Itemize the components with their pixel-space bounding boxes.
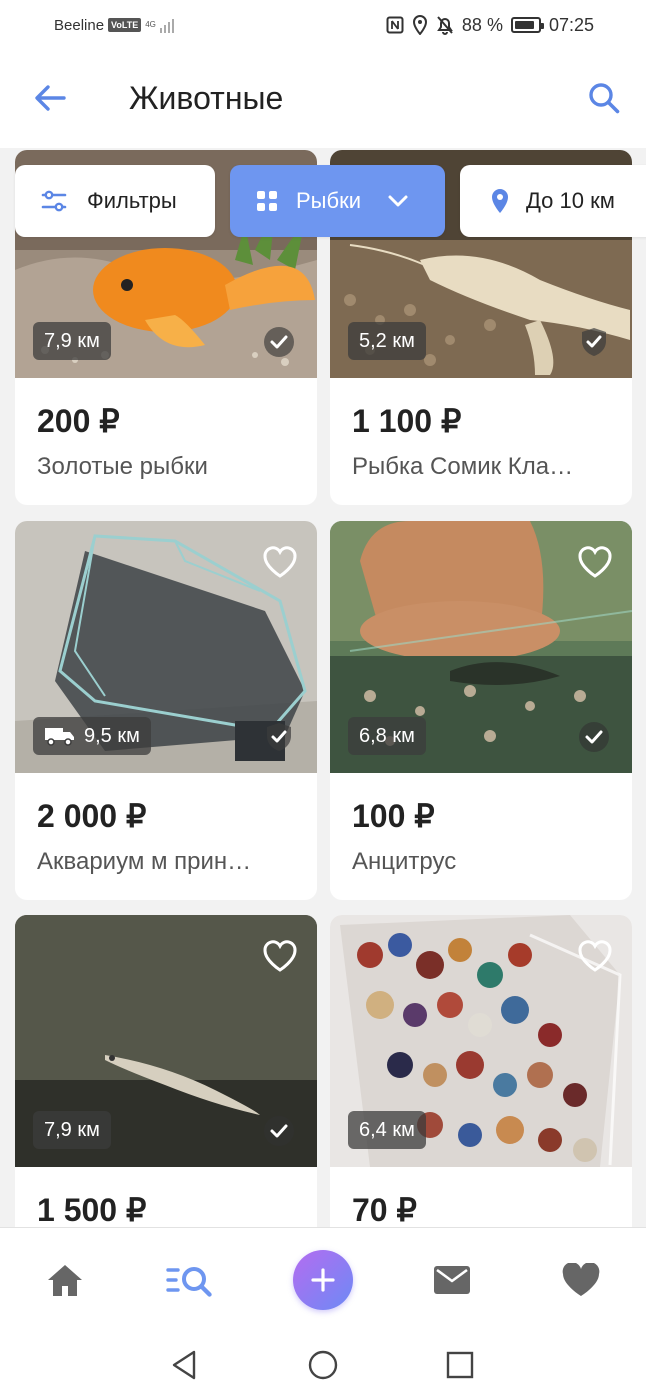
filters-label: Фильтры <box>87 188 177 213</box>
distance-label: 5,2 км <box>359 329 415 352</box>
search-list-icon <box>166 1267 212 1297</box>
battery-percent: 88 % <box>461 14 503 35</box>
system-back-button[interactable] <box>162 1343 206 1387</box>
sliders-icon <box>41 190 67 212</box>
distance-badge: 6,4 км <box>348 1111 426 1149</box>
mail-icon <box>434 1266 470 1294</box>
listing-title: Золотые рыбки <box>37 453 208 480</box>
favorite-heart-icon[interactable] <box>576 543 614 581</box>
distance-badge: 6,8 км <box>348 717 426 755</box>
mute-bell-icon <box>437 16 453 35</box>
listing-photo: 6,4 км <box>330 915 632 1167</box>
distance-label: 7,9 км <box>44 1118 100 1141</box>
verified-shield-icon <box>582 328 606 356</box>
chevron-down-icon <box>388 195 408 207</box>
delivery-truck-icon <box>45 728 74 746</box>
nav-home[interactable] <box>35 1250 95 1310</box>
nav-messages[interactable] <box>422 1250 482 1310</box>
carrier-name: Beeline <box>54 16 105 34</box>
listing-price: 2 000 ₽ <box>37 798 147 834</box>
favorite-heart-icon[interactable] <box>576 937 614 975</box>
search-button[interactable] <box>584 78 624 118</box>
listing-price: 1 100 ₽ <box>352 403 462 439</box>
listing-photo: 7,9 км <box>15 915 317 1167</box>
location-icon <box>412 15 427 35</box>
distance-badge: 5,2 км <box>348 322 426 360</box>
nav-search[interactable] <box>162 1250 222 1310</box>
system-recents-button[interactable] <box>438 1343 482 1387</box>
arrow-left-icon <box>35 85 66 111</box>
status-left: Beeline VoLTE 4G <box>54 17 174 34</box>
status-right: 88 % 07:25 <box>386 15 594 36</box>
add-icon <box>311 1268 335 1292</box>
triangle-back-icon <box>172 1350 196 1380</box>
search-icon <box>589 83 620 114</box>
listing-price: 70 ₽ <box>352 1192 417 1227</box>
filter-chips: Фильтры Рыбки До 10 км <box>15 165 646 237</box>
listing-card[interactable]: 7,9 км 1 500 ₽ <box>15 915 317 1227</box>
listing-card[interactable]: 6,4 км 70 ₽ <box>330 915 632 1227</box>
distance-label: 6,8 км <box>359 724 415 747</box>
grid-icon <box>257 191 277 211</box>
listing-photo: 9,5 км <box>15 521 317 773</box>
system-home-button[interactable] <box>301 1343 345 1387</box>
filters-chip[interactable]: Фильтры <box>15 165 215 237</box>
volte-badge: VoLTE <box>108 18 142 32</box>
listing-price: 200 ₽ <box>37 403 120 439</box>
listing-title: Рыбка Сомик Кла… <box>352 453 574 480</box>
listing-price: 100 ₽ <box>352 798 435 834</box>
distance-badge: 7,9 км <box>33 322 111 360</box>
app-bar: Животные <box>0 50 646 148</box>
nav-favorites[interactable] <box>551 1250 611 1310</box>
favorite-heart-icon[interactable] <box>261 937 299 975</box>
distance-badge: 9,5 км <box>33 717 151 755</box>
signal-icon <box>159 17 174 33</box>
location-pin-icon <box>492 189 508 213</box>
add-listing-button[interactable] <box>293 1250 353 1310</box>
listing-price: 1 500 ₽ <box>37 1192 147 1227</box>
distance-label: 6,4 км <box>359 1118 415 1141</box>
status-bar: Beeline VoLTE 4G 88 % 07:25 <box>0 0 646 50</box>
square-recents-icon <box>446 1351 474 1379</box>
listing-title: Анцитрус <box>352 848 457 875</box>
favorite-heart-icon[interactable] <box>261 543 299 581</box>
listing-card[interactable]: 9,5 км 2 000 ₽ Аквариум м прин… <box>15 521 317 900</box>
heart-icon <box>562 1263 600 1296</box>
verified-check-icon <box>264 327 294 357</box>
distance-filter-label: До 10 км <box>526 188 615 213</box>
category-label: Рыбки <box>296 188 362 213</box>
back-button[interactable] <box>30 78 70 118</box>
verified-shield-icon <box>267 723 291 751</box>
distance-chip[interactable]: До 10 км <box>460 165 646 237</box>
bottom-navigation <box>0 1227 646 1329</box>
distance-label: 7,9 км <box>44 329 100 352</box>
system-navigation <box>0 1329 646 1400</box>
battery-icon <box>510 17 544 33</box>
circle-home-icon <box>308 1350 338 1380</box>
verified-check-icon <box>264 1116 294 1146</box>
clock: 07:25 <box>548 14 594 35</box>
listing-title: Аквариум м прин… <box>37 848 252 875</box>
distance-badge: 7,9 км <box>33 1111 111 1149</box>
page-title: Животные <box>129 80 284 116</box>
listing-photo: 6,8 км <box>330 521 632 773</box>
distance-label: 9,5 км <box>84 724 140 747</box>
category-chip[interactable]: Рыбки <box>230 165 445 237</box>
network-type: 4G <box>145 20 156 29</box>
listing-card[interactable]: 6,8 км 100 ₽ Анцитрус <box>330 521 632 900</box>
verified-check-icon <box>579 722 609 752</box>
home-icon <box>48 1265 82 1296</box>
nfc-icon <box>386 16 404 34</box>
